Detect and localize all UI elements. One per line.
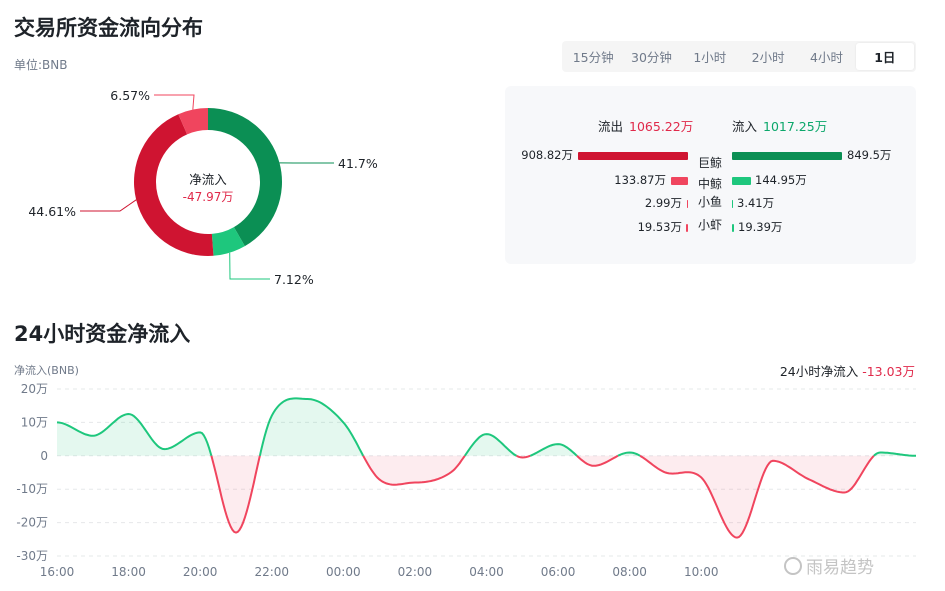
donut-center-value: -47.97万	[183, 190, 234, 204]
row-category-label: 巨鲸	[698, 156, 723, 170]
inflow-header: 流入 1017.25万	[732, 116, 827, 135]
timeframe-30m-button[interactable]: 30分钟	[622, 43, 680, 70]
y-tick-label: -20万	[16, 516, 48, 530]
row-outflow-value: 133.87万	[614, 173, 666, 187]
timeframe-4h-button[interactable]: 4小时	[797, 43, 855, 70]
x-tick-label: 20:00	[183, 565, 218, 579]
chart-lines	[56, 397, 916, 539]
row-inflow-value: 19.39万	[738, 220, 783, 234]
flow-row: 19.53万 小虾 19.39万	[505, 218, 916, 235]
outflow-total: 1065.22万	[629, 119, 694, 134]
row-inflow-value: 144.95万	[755, 173, 807, 187]
x-tick-label: 04:00	[469, 565, 504, 579]
row-outflow-bar	[687, 200, 688, 208]
row-inflow-value: 3.41万	[737, 196, 775, 210]
row-outflow-bar	[671, 177, 688, 185]
chart-gridlines	[57, 388, 916, 557]
row-outflow-bar	[686, 224, 688, 232]
inflow-total: 1017.25万	[763, 119, 828, 134]
y-tick-label: 20万	[21, 382, 48, 396]
donut-label-large-outflow: 44.61%	[28, 204, 76, 219]
positive-area	[57, 414, 212, 456]
donut-label-large-inflow: 41.7%	[338, 156, 378, 171]
page-title: 交易所资金流向分布	[14, 16, 203, 40]
x-tick-label: 18:00	[111, 565, 146, 579]
negative-area	[211, 455, 260, 533]
row-inflow-bar	[732, 152, 842, 160]
timeframe-1h-button[interactable]: 1小时	[681, 43, 739, 70]
x-tick-label: 06:00	[541, 565, 576, 579]
net-flow-title: 24小时资金净流入	[14, 322, 191, 346]
inflow-label: 流入	[732, 119, 758, 134]
negative-area	[640, 455, 874, 538]
watermark-logo-icon	[784, 557, 802, 575]
row-category-label: 中鲸	[698, 177, 723, 191]
row-outflow-value: 19.53万	[637, 220, 682, 234]
timeframe-2h-button[interactable]: 2小时	[739, 43, 797, 70]
flow-breakdown-panel: 流出 1065.22万 流入 1017.25万 908.82万 巨鲸 849.5万 …	[505, 86, 916, 264]
x-tick-label: 16:00	[40, 565, 75, 579]
y-tick-label: -30万	[16, 549, 48, 563]
watermark-text: 雨易趋势	[806, 558, 874, 578]
watermark: 雨易趋势	[784, 553, 874, 578]
row-inflow-bar	[732, 200, 733, 208]
timeframe-selector: 15分钟 30分钟 1小时 2小时 4小时 1日	[562, 41, 916, 72]
y-tick-label: -10万	[16, 482, 48, 496]
row-outflow-value: 2.99万	[644, 196, 682, 210]
row-inflow-bar	[732, 177, 751, 185]
flow-donut-chart: 净流入 -47.97万 41.7% 7.12% 44.61% 6.57%	[28, 88, 378, 287]
leader-line-medium-inflow	[229, 252, 270, 280]
flow-row: 133.87万 中鲸 144.95万	[505, 172, 916, 191]
y-tick-label: 10万	[21, 415, 48, 429]
x-tick-label: 00:00	[326, 565, 361, 579]
x-tick-label: 02:00	[398, 565, 433, 579]
x-tick-label: 22:00	[254, 565, 289, 579]
flow-row: 908.82万 巨鲸 849.5万	[505, 147, 916, 170]
x-axis-ticks: 16:00 18:00 20:00 22:00 00:00 02:00 04:00 06:00…	[40, 565, 719, 579]
row-inflow-value: 849.5万	[847, 148, 892, 162]
timeframe-1d-button[interactable]: 1日	[855, 43, 914, 70]
row-outflow-bar	[578, 152, 688, 160]
y-tick-label: 0	[40, 449, 48, 463]
x-tick-label: 08:00	[612, 565, 647, 579]
donut-label-medium-outflow: 6.57%	[110, 88, 150, 103]
row-category-label: 小虾	[698, 218, 723, 232]
flow-row: 2.99万 小鱼 3.41万	[505, 195, 916, 211]
y-axis-ticks: 20万 10万 0 -10万 -20万 -30万	[16, 382, 48, 563]
x-tick-label: 10:00	[684, 565, 719, 579]
outflow-header: 流出 1065.22万	[598, 116, 693, 135]
negative-area	[363, 455, 465, 485]
donut-center-label: 净流入	[189, 172, 227, 187]
chart-fill-areas	[57, 398, 916, 538]
timeframe-15m-button[interactable]: 15分钟	[564, 43, 622, 70]
row-outflow-value: 908.82万	[521, 148, 573, 162]
leader-line-medium-outflow	[154, 94, 195, 110]
donut-label-medium-inflow: 7.12%	[274, 272, 314, 287]
outflow-label: 流出	[598, 119, 624, 134]
unit-label: 单位:BNB	[14, 58, 68, 72]
leader-line-large-outflow	[80, 199, 137, 212]
row-category-label: 小鱼	[698, 195, 723, 209]
row-inflow-bar	[732, 224, 734, 232]
